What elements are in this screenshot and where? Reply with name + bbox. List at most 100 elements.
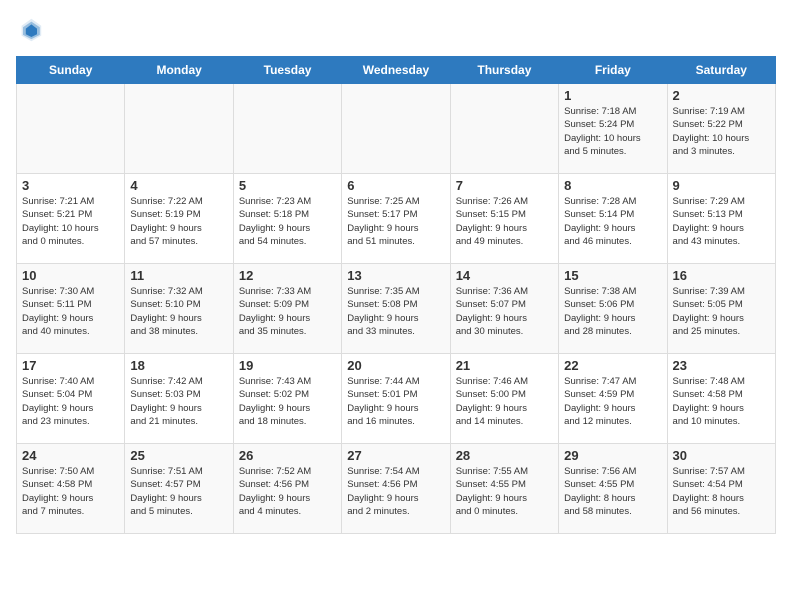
calendar-cell: 30 Sunrise: 7:57 AM Sunset: 4:54 PM Dayli… [667,444,775,534]
day-number: 24 [22,448,119,463]
calendar-cell: 3 Sunrise: 7:21 AM Sunset: 5:21 PM Daylig… [17,174,125,264]
day-info: Sunrise: 7:28 AM Sunset: 5:14 PM Dayligh… [564,195,661,248]
day-info: Sunrise: 7:22 AM Sunset: 5:19 PM Dayligh… [130,195,227,248]
day-number: 10 [22,268,119,283]
calendar-cell: 5 Sunrise: 7:23 AM Sunset: 5:18 PM Daylig… [233,174,341,264]
day-info: Sunrise: 7:26 AM Sunset: 5:15 PM Dayligh… [456,195,553,248]
calendar-cell: 17 Sunrise: 7:40 AM Sunset: 5:04 PM Dayli… [17,354,125,444]
calendar-cell: 9 Sunrise: 7:29 AM Sunset: 5:13 PM Daylig… [667,174,775,264]
calendar-cell: 6 Sunrise: 7:25 AM Sunset: 5:17 PM Daylig… [342,174,450,264]
day-info: Sunrise: 7:40 AM Sunset: 5:04 PM Dayligh… [22,375,119,428]
day-number: 19 [239,358,336,373]
day-number: 8 [564,178,661,193]
logo [16,16,48,44]
day-info: Sunrise: 7:19 AM Sunset: 5:22 PM Dayligh… [673,105,770,158]
day-number: 26 [239,448,336,463]
day-number: 15 [564,268,661,283]
day-info: Sunrise: 7:18 AM Sunset: 5:24 PM Dayligh… [564,105,661,158]
day-number: 5 [239,178,336,193]
day-number: 21 [456,358,553,373]
day-info: Sunrise: 7:52 AM Sunset: 4:56 PM Dayligh… [239,465,336,518]
calendar-cell: 7 Sunrise: 7:26 AM Sunset: 5:15 PM Daylig… [450,174,558,264]
day-info: Sunrise: 7:46 AM Sunset: 5:00 PM Dayligh… [456,375,553,428]
day-number: 16 [673,268,770,283]
day-info: Sunrise: 7:43 AM Sunset: 5:02 PM Dayligh… [239,375,336,428]
day-info: Sunrise: 7:35 AM Sunset: 5:08 PM Dayligh… [347,285,444,338]
calendar-cell: 27 Sunrise: 7:54 AM Sunset: 4:56 PM Dayli… [342,444,450,534]
day-number: 9 [673,178,770,193]
day-number: 11 [130,268,227,283]
day-info: Sunrise: 7:54 AM Sunset: 4:56 PM Dayligh… [347,465,444,518]
day-number: 25 [130,448,227,463]
day-number: 18 [130,358,227,373]
day-info: Sunrise: 7:36 AM Sunset: 5:07 PM Dayligh… [456,285,553,338]
page-header [16,16,776,44]
day-info: Sunrise: 7:38 AM Sunset: 5:06 PM Dayligh… [564,285,661,338]
day-number: 27 [347,448,444,463]
calendar-cell: 20 Sunrise: 7:44 AM Sunset: 5:01 PM Dayli… [342,354,450,444]
calendar-cell: 10 Sunrise: 7:30 AM Sunset: 5:11 PM Dayli… [17,264,125,354]
day-number: 23 [673,358,770,373]
day-info: Sunrise: 7:23 AM Sunset: 5:18 PM Dayligh… [239,195,336,248]
day-number: 4 [130,178,227,193]
day-number: 29 [564,448,661,463]
day-info: Sunrise: 7:21 AM Sunset: 5:21 PM Dayligh… [22,195,119,248]
day-number: 17 [22,358,119,373]
day-info: Sunrise: 7:42 AM Sunset: 5:03 PM Dayligh… [130,375,227,428]
weekday-header-friday: Friday [559,57,667,84]
day-info: Sunrise: 7:29 AM Sunset: 5:13 PM Dayligh… [673,195,770,248]
calendar-cell: 14 Sunrise: 7:36 AM Sunset: 5:07 PM Dayli… [450,264,558,354]
day-number: 14 [456,268,553,283]
day-info: Sunrise: 7:48 AM Sunset: 4:58 PM Dayligh… [673,375,770,428]
calendar-cell [450,84,558,174]
day-number: 1 [564,88,661,103]
day-info: Sunrise: 7:44 AM Sunset: 5:01 PM Dayligh… [347,375,444,428]
calendar-table: SundayMondayTuesdayWednesdayThursdayFrid… [16,56,776,534]
day-info: Sunrise: 7:56 AM Sunset: 4:55 PM Dayligh… [564,465,661,518]
weekday-header-sunday: Sunday [17,57,125,84]
day-info: Sunrise: 7:39 AM Sunset: 5:05 PM Dayligh… [673,285,770,338]
calendar-cell: 12Sunrise: 7:33 AM Sunset: 5:09 PM Dayli… [233,264,341,354]
day-info: Sunrise: 7:50 AM Sunset: 4:58 PM Dayligh… [22,465,119,518]
day-number: 30 [673,448,770,463]
weekday-header-saturday: Saturday [667,57,775,84]
calendar-cell: 24 Sunrise: 7:50 AM Sunset: 4:58 PM Dayli… [17,444,125,534]
day-number: 22 [564,358,661,373]
calendar-cell: 19 Sunrise: 7:43 AM Sunset: 5:02 PM Dayli… [233,354,341,444]
weekday-header-thursday: Thursday [450,57,558,84]
day-number: 7 [456,178,553,193]
calendar-cell: 22 Sunrise: 7:47 AM Sunset: 4:59 PM Dayli… [559,354,667,444]
day-info: Sunrise: 7:47 AM Sunset: 4:59 PM Dayligh… [564,375,661,428]
calendar-cell: 16 Sunrise: 7:39 AM Sunset: 5:05 PM Dayli… [667,264,775,354]
day-info: Sunrise: 7:51 AM Sunset: 4:57 PM Dayligh… [130,465,227,518]
calendar-cell: 1 Sunrise: 7:18 AM Sunset: 5:24 PM Daylig… [559,84,667,174]
calendar-cell: 15 Sunrise: 7:38 AM Sunset: 5:06 PM Dayli… [559,264,667,354]
weekday-header-wednesday: Wednesday [342,57,450,84]
day-info: Sunrise: 7:25 AM Sunset: 5:17 PM Dayligh… [347,195,444,248]
day-info: Sunrise: 7:55 AM Sunset: 4:55 PM Dayligh… [456,465,553,518]
day-number: 3 [22,178,119,193]
calendar-cell [17,84,125,174]
calendar-cell: 23 Sunrise: 7:48 AM Sunset: 4:58 PM Dayli… [667,354,775,444]
calendar-cell: 11 Sunrise: 7:32 AM Sunset: 5:10 PM Dayli… [125,264,233,354]
calendar-cell: 8 Sunrise: 7:28 AM Sunset: 5:14 PM Daylig… [559,174,667,264]
day-info: Sunrise: 7:32 AM Sunset: 5:10 PM Dayligh… [130,285,227,338]
day-number: 13 [347,268,444,283]
calendar-cell: 21 Sunrise: 7:46 AM Sunset: 5:00 PM Dayli… [450,354,558,444]
calendar-cell: 25 Sunrise: 7:51 AM Sunset: 4:57 PM Dayli… [125,444,233,534]
calendar-cell: 26 Sunrise: 7:52 AM Sunset: 4:56 PM Dayli… [233,444,341,534]
day-info: Sunrise: 7:57 AM Sunset: 4:54 PM Dayligh… [673,465,770,518]
calendar-cell: 28Sunrise: 7:55 AM Sunset: 4:55 PM Dayli… [450,444,558,534]
weekday-header-monday: Monday [125,57,233,84]
day-number: 6 [347,178,444,193]
day-info: Sunrise: 7:30 AM Sunset: 5:11 PM Dayligh… [22,285,119,338]
calendar-cell [125,84,233,174]
weekday-header-tuesday: Tuesday [233,57,341,84]
calendar-cell: 13 Sunrise: 7:35 AM Sunset: 5:08 PM Dayli… [342,264,450,354]
day-number: 2 [673,88,770,103]
calendar-cell [233,84,341,174]
day-number: 20 [347,358,444,373]
calendar-cell: 29 Sunrise: 7:56 AM Sunset: 4:55 PM Dayli… [559,444,667,534]
calendar-cell: 18 Sunrise: 7:42 AM Sunset: 5:03 PM Dayli… [125,354,233,444]
day-number: 12 [239,268,336,283]
